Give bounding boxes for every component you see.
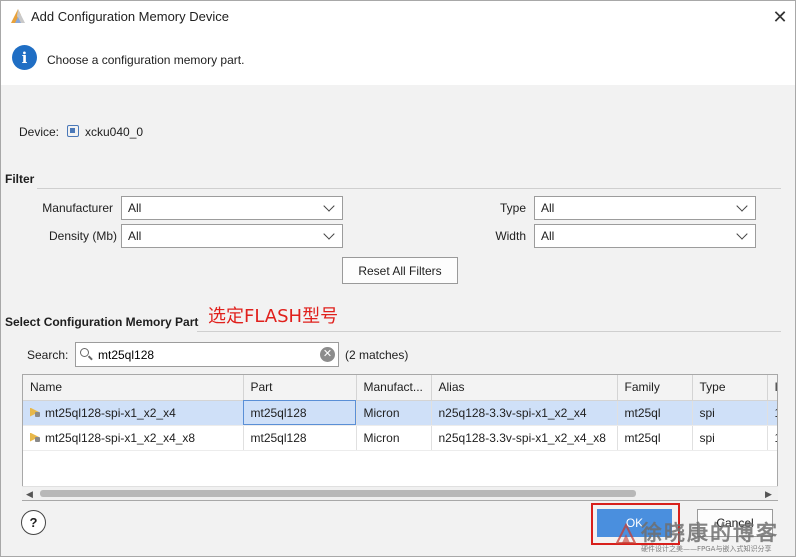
filter-divider <box>37 188 781 189</box>
chevron-down-icon <box>736 228 748 240</box>
memory-part-icon <box>30 408 41 418</box>
manufacturer-value: All <box>128 201 142 215</box>
column-header-name[interactable]: Name <box>23 375 244 401</box>
info-icon: i <box>12 45 37 70</box>
density-label: Density (Mb) <box>48 229 117 243</box>
window-title: Add Configuration Memory Device <box>31 9 229 24</box>
search-icon <box>80 348 89 357</box>
column-header-manufacturer[interactable]: Manufact... <box>356 375 432 401</box>
scroll-left-icon[interactable]: ◀ <box>26 489 33 500</box>
cell-name[interactable]: mt25ql128-spi-x1_x2_x4_x8 <box>23 425 244 451</box>
density-select[interactable]: All <box>121 224 343 248</box>
table-row[interactable]: mt25ql128-spi-x1_x2_x4_x8 mt25ql128 Micr… <box>23 425 777 451</box>
cell-part[interactable]: mt25ql128 <box>243 425 357 451</box>
select-divider <box>197 331 781 332</box>
cell-type[interactable]: spi <box>692 400 768 426</box>
cell-part[interactable]: mt25ql128 <box>243 400 357 426</box>
cell-name[interactable]: mt25ql128-spi-x1_x2_x4 <box>23 400 244 426</box>
match-count: (2 matches) <box>345 348 409 362</box>
search-input[interactable] <box>98 347 316 363</box>
search-field[interactable]: ✕ <box>75 342 339 367</box>
column-header-family[interactable]: Family <box>617 375 693 401</box>
instruction-text: Choose a configuration memory part. <box>47 53 245 67</box>
horizontal-scrollbar[interactable]: ◀ ▶ <box>22 486 778 500</box>
vivado-logo-icon <box>11 9 25 23</box>
watermark-logo-icon <box>615 523 637 544</box>
title-bar: Add Configuration Memory Device ✕ <box>1 1 795 33</box>
type-select[interactable]: All <box>534 196 756 220</box>
table-header-row: Name Part Manufact... Alias Family Type … <box>23 375 777 401</box>
width-label: Width <box>495 229 526 243</box>
chevron-down-icon <box>323 228 335 240</box>
device-label: Device: <box>19 125 60 139</box>
column-header-extra[interactable]: I <box>767 375 777 401</box>
manufacturer-label: Manufacturer <box>42 201 113 215</box>
width-value: All <box>541 229 555 243</box>
filter-section-title: Filter <box>5 172 35 186</box>
chevron-down-icon <box>736 200 748 212</box>
cell-manufacturer[interactable]: Micron <box>356 425 432 451</box>
cell-name-text: mt25ql128-spi-x1_x2_x4_x8 <box>45 430 196 445</box>
cell-family[interactable]: mt25ql <box>617 400 693 426</box>
watermark-subtitle: 硬件设计之美——FPGA与嵌入式知识分享 <box>641 545 772 553</box>
type-label: Type <box>499 201 526 215</box>
manufacturer-select[interactable]: All <box>121 196 343 220</box>
table-row[interactable]: mt25ql128-spi-x1_x2_x4 mt25ql128 Micron … <box>23 400 777 426</box>
info-header: i Choose a configuration memory part. <box>1 33 795 85</box>
column-header-alias[interactable]: Alias <box>431 375 618 401</box>
cell-type[interactable]: spi <box>692 425 768 451</box>
column-header-part[interactable]: Part <box>243 375 357 401</box>
type-value: All <box>541 201 555 215</box>
cell-family[interactable]: mt25ql <box>617 425 693 451</box>
cell-name-text: mt25ql128-spi-x1_x2_x4 <box>45 405 176 420</box>
red-annotation: 选定FLASH型号 <box>208 306 339 327</box>
memory-part-icon <box>30 433 41 443</box>
dialog: Add Configuration Memory Device ✕ i Choo… <box>0 0 796 557</box>
scroll-right-icon[interactable]: ▶ <box>765 489 772 500</box>
close-button[interactable]: ✕ <box>767 5 793 29</box>
clear-search-icon[interactable]: ✕ <box>320 347 335 362</box>
cell-manufacturer[interactable]: Micron <box>356 400 432 426</box>
scrollbar-thumb[interactable] <box>40 490 636 497</box>
cell-alias[interactable]: n25q128-3.3v-spi-x1_x2_x4_x8 <box>431 425 618 451</box>
chevron-down-icon <box>323 200 335 212</box>
select-section-title: Select Configuration Memory Part <box>5 315 199 329</box>
width-select[interactable]: All <box>534 224 756 248</box>
cell-extra[interactable]: 1 <box>767 400 777 426</box>
search-label: Search: <box>27 348 69 362</box>
reset-filters-button[interactable]: Reset All Filters <box>342 257 458 284</box>
help-button[interactable]: ? <box>21 510 46 535</box>
density-value: All <box>128 229 142 243</box>
cell-alias[interactable]: n25q128-3.3v-spi-x1_x2_x4 <box>431 400 618 426</box>
blog-watermark: 徐晓康的博客 硬件设计之美——FPGA与嵌入式知识分享 <box>611 517 795 557</box>
cell-extra[interactable]: 1 <box>767 425 777 451</box>
device-value: xcku040_0 <box>85 125 144 139</box>
parts-table: Name Part Manufact... Alias Family Type … <box>22 374 778 501</box>
watermark-title: 徐晓康的博客 <box>641 521 779 545</box>
main-panel: Device: xcku040_0 Filter Manufacturer Al… <box>1 85 795 556</box>
chip-icon <box>67 125 79 137</box>
column-header-type[interactable]: Type <box>692 375 768 401</box>
